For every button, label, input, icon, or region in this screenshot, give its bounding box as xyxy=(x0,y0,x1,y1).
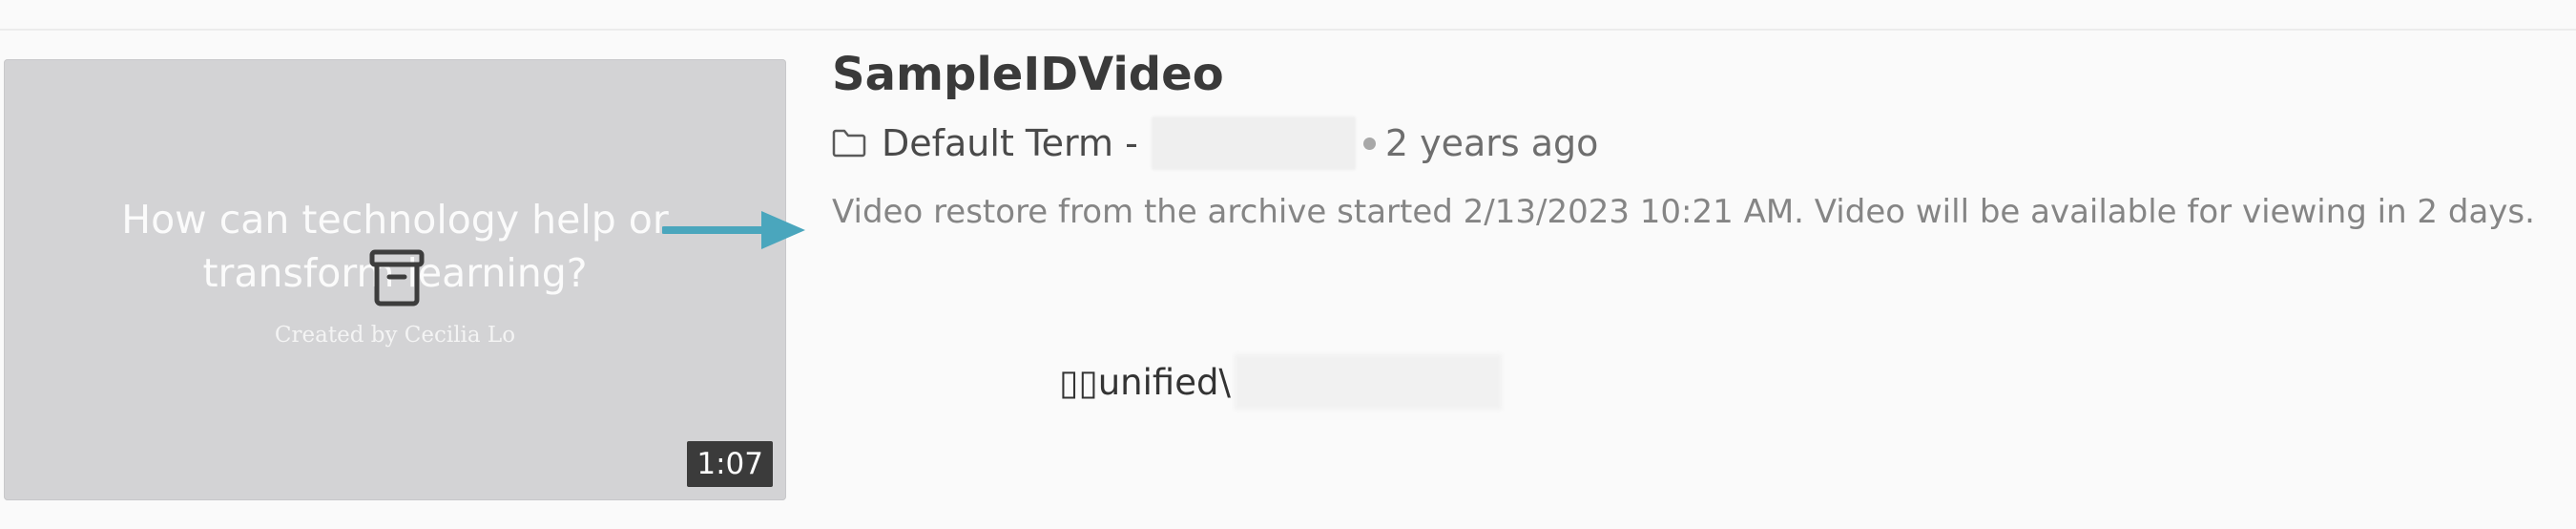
created-time: 2 years ago xyxy=(1384,122,1599,164)
folder-icon xyxy=(832,129,866,158)
duration-badge: 1:07 xyxy=(687,441,773,487)
path-text: ▯▯unified\ xyxy=(1059,361,1231,403)
video-thumbnail[interactable]: How can technology help or transform lea… xyxy=(4,59,786,500)
arrow-right-icon xyxy=(662,211,805,249)
video-meta: Default Term - 2 years ago xyxy=(832,116,1599,170)
archive-box-icon xyxy=(369,249,425,307)
redacted-owner-name xyxy=(1151,116,1356,170)
restore-status-message: Video restore from the archive started 2… xyxy=(832,193,2535,231)
redacted-path xyxy=(1234,354,1502,410)
separator-dot xyxy=(1362,137,1376,150)
thumbnail-credit: Created by Cecilia Lo xyxy=(274,323,516,348)
video-list-item[interactable]: How can technology help or transform lea… xyxy=(0,31,2576,529)
video-path: ▯▯unified\ xyxy=(1059,353,1502,411)
video-title[interactable]: SampleIDVideo xyxy=(832,48,1224,101)
folder-name[interactable]: Default Term - xyxy=(882,122,1138,164)
